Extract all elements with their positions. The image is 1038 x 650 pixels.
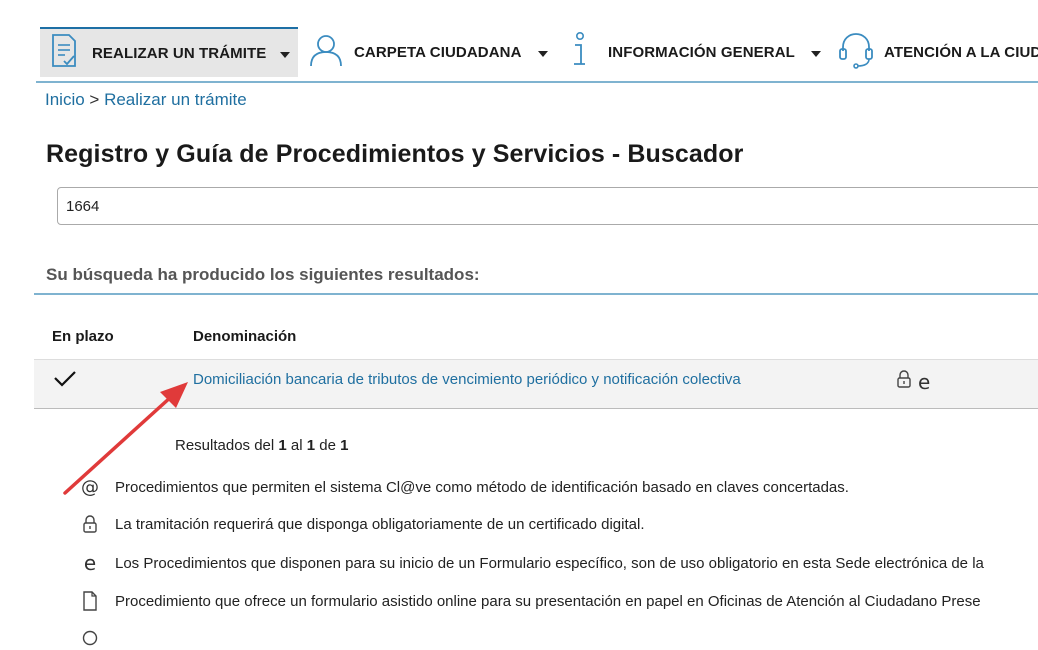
legend-text: Procedimientos que permiten el sistema C…: [115, 478, 849, 496]
nav-label: ATENCIÓN A LA CIUDA: [884, 43, 1038, 61]
nav-informacion-general[interactable]: INFORMACIÓN GENERAL: [568, 27, 821, 77]
pagination-de: de: [315, 437, 341, 454]
search-field[interactable]: [57, 187, 1038, 225]
legend-item-partial: [78, 626, 115, 650]
headset-icon: [838, 31, 874, 74]
pagination-total: 1: [340, 437, 349, 454]
breadcrumb-home-link[interactable]: Inicio: [45, 90, 85, 109]
results-divider: [34, 293, 1038, 295]
results-heading: Su búsqueda ha producido los siguientes …: [46, 265, 480, 284]
procedure-link[interactable]: Domiciliación bancaria de tributos de ve…: [193, 371, 741, 388]
nav-atencion-ciudadano[interactable]: ATENCIÓN A LA CIUDA: [838, 27, 1038, 77]
chevron-down-icon: [280, 52, 291, 58]
row-icons: e: [896, 370, 930, 393]
legend-item: La tramitación requerirá que disponga ob…: [78, 512, 645, 536]
info-icon: [568, 31, 590, 74]
paper-form-icon: [78, 591, 102, 611]
legend-item: Procedimiento que ofrece un formulario a…: [78, 589, 981, 613]
pagination-to: 1: [306, 437, 316, 454]
nav-divider: [36, 81, 1038, 83]
legend-item: @ Procedimientos que permiten el sistema…: [78, 475, 849, 499]
nav-label: REALIZAR UN TRÁMITE: [92, 44, 267, 62]
chevron-down-icon: [810, 51, 821, 57]
pagination-al: al: [286, 437, 307, 454]
lock-icon: [78, 515, 102, 533]
pagination-prefix: Resultados del: [175, 437, 279, 454]
chevron-down-icon: [537, 51, 548, 57]
e-form-icon: e: [918, 369, 931, 394]
results-pagination: Resultados del 1 al 1 de 1: [175, 437, 348, 454]
nav-realizar-tramite[interactable]: REALIZAR UN TRÁMITE: [40, 27, 298, 77]
at-icon: @: [81, 476, 99, 498]
search-input[interactable]: [58, 188, 1038, 224]
lock-icon: [896, 370, 912, 393]
column-header-denominacion: Denominación: [193, 328, 297, 345]
legend-item: e Los Procedimientos que disponen para s…: [78, 551, 984, 575]
breadcrumb-separator: >: [84, 90, 105, 109]
nav-label: INFORMACIÓN GENERAL: [608, 43, 795, 61]
check-icon: [52, 366, 78, 395]
clock-icon: [78, 630, 102, 646]
table-row: Domiciliación bancaria de tributos de ve…: [34, 359, 1038, 409]
nav-label: CARPETA CIUDADANA: [354, 43, 522, 61]
column-header-en-plazo: En plazo: [52, 328, 114, 345]
top-navigation: REALIZAR UN TRÁMITE CARPETA CIUDADANA IN…: [0, 0, 1038, 84]
e-form-icon: e: [83, 551, 97, 575]
legend-text: La tramitación requerirá que disponga ob…: [115, 515, 645, 533]
breadcrumb-current-link[interactable]: Realizar un trámite: [104, 90, 247, 109]
page-title: Registro y Guía de Procedimientos y Serv…: [46, 140, 744, 168]
pagination-from: 1: [278, 437, 287, 454]
user-icon: [308, 32, 344, 73]
legend-text: Procedimiento que ofrece un formulario a…: [115, 592, 981, 610]
breadcrumb: Inicio > Realizar un trámite: [45, 90, 247, 110]
form-document-icon: [50, 33, 78, 74]
nav-carpeta-ciudadana[interactable]: CARPETA CIUDADANA: [308, 27, 548, 77]
legend-text: Los Procedimientos que disponen para su …: [115, 554, 984, 572]
